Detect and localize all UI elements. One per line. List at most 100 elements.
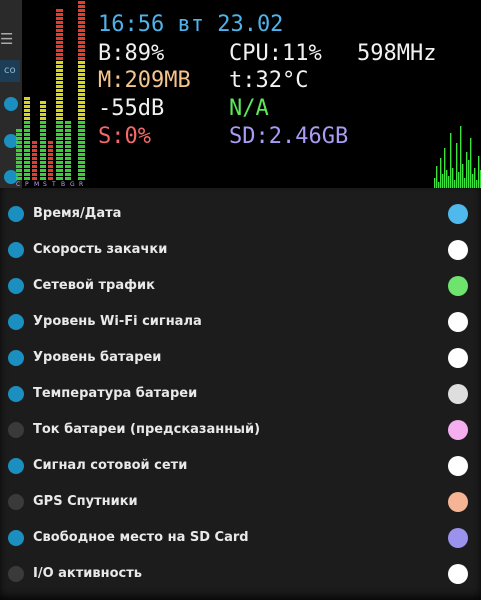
item-label: Скорость закачки bbox=[33, 242, 168, 257]
meter-segment bbox=[24, 109, 30, 112]
color-swatch[interactable] bbox=[448, 276, 468, 296]
meter-segment bbox=[56, 13, 63, 16]
meter-segment bbox=[48, 141, 53, 144]
list-item[interactable]: Уровень батареи bbox=[0, 340, 481, 376]
list-item[interactable]: Ток батареи (предсказанный) bbox=[0, 412, 481, 448]
meter-segment bbox=[40, 141, 46, 144]
color-swatch[interactable] bbox=[448, 312, 468, 332]
meter-segment bbox=[56, 41, 63, 44]
meter-segment bbox=[24, 121, 30, 124]
meter-segment bbox=[56, 133, 63, 136]
list-item[interactable]: I/O активность bbox=[0, 556, 481, 592]
meter-segment bbox=[24, 133, 30, 136]
toggle-dot[interactable] bbox=[8, 530, 24, 546]
toggle-dot[interactable] bbox=[8, 386, 24, 402]
toggle-dot[interactable] bbox=[8, 314, 24, 330]
meter-segment bbox=[78, 93, 85, 96]
meter-segment bbox=[24, 161, 30, 164]
meter-label: S bbox=[43, 181, 47, 188]
meter-segment bbox=[78, 5, 85, 8]
meter-segment bbox=[78, 157, 85, 160]
meter-segment bbox=[78, 53, 85, 56]
toggle-dot[interactable] bbox=[8, 422, 24, 438]
list-item[interactable]: Уровень Wi-Fi сигнала bbox=[0, 304, 481, 340]
meter-segment bbox=[78, 49, 85, 52]
meter-segment bbox=[78, 165, 85, 168]
meter-segment bbox=[16, 157, 22, 160]
meter-segment bbox=[65, 125, 71, 128]
meter-segment bbox=[32, 141, 37, 144]
meter-segment bbox=[78, 97, 85, 100]
meter-segment bbox=[32, 161, 37, 164]
color-swatch[interactable] bbox=[448, 456, 468, 476]
meter-segment bbox=[56, 137, 63, 140]
item-label: Ток батареи (предсказанный) bbox=[33, 422, 261, 437]
color-swatch[interactable] bbox=[448, 420, 468, 440]
meter-segment bbox=[78, 177, 85, 180]
list-item[interactable]: Сетевой трафик bbox=[0, 268, 481, 304]
list-item[interactable]: Сигнал сотовой сети bbox=[0, 448, 481, 484]
toggle-dot[interactable] bbox=[8, 242, 24, 258]
list-item[interactable]: Время/Дата bbox=[0, 196, 481, 232]
meter-segment bbox=[48, 173, 53, 176]
color-swatch[interactable] bbox=[448, 204, 468, 224]
toggle-dot[interactable] bbox=[8, 278, 24, 294]
meter-segment bbox=[56, 149, 63, 152]
color-swatch[interactable] bbox=[448, 240, 468, 260]
traffic-graph bbox=[434, 126, 481, 188]
toggle-dot[interactable] bbox=[8, 458, 24, 474]
list-item[interactable]: Свободное место на SD Card bbox=[0, 520, 481, 556]
graph-bar bbox=[444, 148, 446, 188]
meter-segment bbox=[40, 129, 46, 132]
meter-segment bbox=[65, 173, 71, 176]
meter-segment bbox=[40, 133, 46, 136]
toggle-dot[interactable] bbox=[8, 206, 24, 222]
overlay-items-list: Время/Дата Скорость закачки Сетевой трафик… bbox=[0, 188, 481, 600]
meter-segment bbox=[65, 129, 71, 132]
resource-meter-bars: CPMSTBGR bbox=[16, 1, 85, 188]
meter-segment bbox=[78, 161, 85, 164]
meter-segment bbox=[24, 105, 30, 108]
meter-segment bbox=[78, 173, 85, 176]
meter-segment bbox=[65, 177, 71, 180]
meter-segment bbox=[16, 177, 22, 180]
meter-segment bbox=[56, 49, 63, 52]
meter-segment bbox=[40, 121, 46, 124]
cpu-frequency-readout: 598MHz bbox=[357, 41, 437, 66]
meter-segment bbox=[65, 149, 71, 152]
menu-icon[interactable]: ☰ bbox=[0, 30, 13, 48]
meter-segment bbox=[40, 173, 46, 176]
meter-segment bbox=[56, 105, 63, 108]
meter-segment bbox=[56, 169, 63, 172]
meter-segment bbox=[40, 169, 46, 172]
graph-bar bbox=[454, 180, 456, 188]
meter-segment bbox=[65, 157, 71, 160]
color-swatch[interactable] bbox=[448, 528, 468, 548]
meter-segment bbox=[40, 117, 46, 120]
meter-segment bbox=[24, 141, 30, 144]
toggle-dot[interactable] bbox=[8, 566, 24, 582]
meter-segment bbox=[32, 169, 37, 172]
list-item[interactable]: Температура батареи bbox=[0, 376, 481, 412]
list-item[interactable]: Скорость закачки bbox=[0, 232, 481, 268]
meter-segment bbox=[24, 137, 30, 140]
color-swatch[interactable] bbox=[448, 348, 468, 368]
meter-segment bbox=[24, 129, 30, 132]
color-swatch[interactable] bbox=[448, 492, 468, 512]
color-swatch[interactable] bbox=[448, 564, 468, 584]
color-swatch[interactable] bbox=[448, 384, 468, 404]
meter-segment bbox=[40, 145, 46, 148]
meter-segment bbox=[48, 165, 53, 168]
toggle-dot[interactable] bbox=[8, 494, 24, 510]
meter-segment bbox=[40, 149, 46, 152]
meter-segment bbox=[48, 157, 53, 160]
meter-segment bbox=[48, 161, 53, 164]
meter-segment bbox=[56, 73, 63, 76]
graph-bar bbox=[468, 160, 470, 188]
meter-segment bbox=[78, 37, 85, 40]
list-item[interactable]: GPS Спутники bbox=[0, 484, 481, 520]
meter-segment bbox=[65, 141, 71, 144]
meter-segment bbox=[78, 61, 85, 64]
toggle-dot[interactable] bbox=[8, 350, 24, 366]
meter-label: G bbox=[70, 181, 75, 188]
